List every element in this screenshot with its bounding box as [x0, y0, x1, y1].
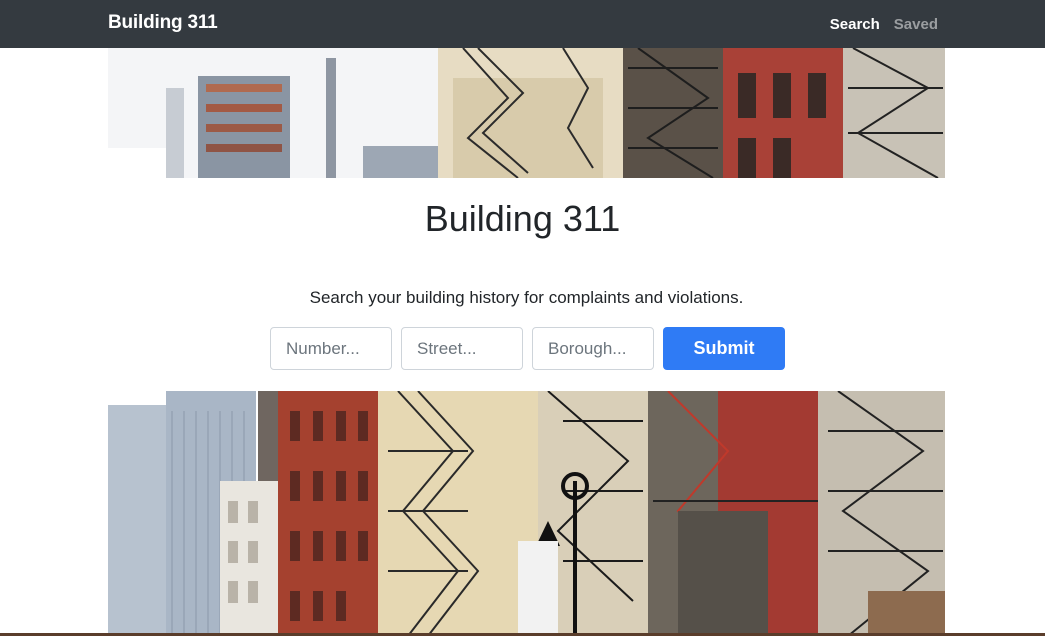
page-subtitle: Search your building history for complai…: [309, 288, 744, 307]
top-banner-image: [108, 48, 945, 178]
bottom-banner-image: [108, 391, 945, 636]
nav-links: Search Saved: [830, 16, 938, 33]
street-input[interactable]: [401, 327, 523, 370]
page-title: Building 311: [424, 198, 621, 239]
navbar-brand[interactable]: Building 311: [108, 12, 218, 34]
navbar: Building 311 Search Saved: [0, 0, 1045, 48]
number-input[interactable]: [270, 327, 392, 370]
search-form: Submit: [270, 327, 785, 370]
submit-button[interactable]: Submit: [663, 327, 785, 370]
borough-input[interactable]: [532, 327, 654, 370]
nav-link-search[interactable]: Search: [830, 16, 880, 33]
nav-link-saved[interactable]: Saved: [894, 16, 938, 33]
